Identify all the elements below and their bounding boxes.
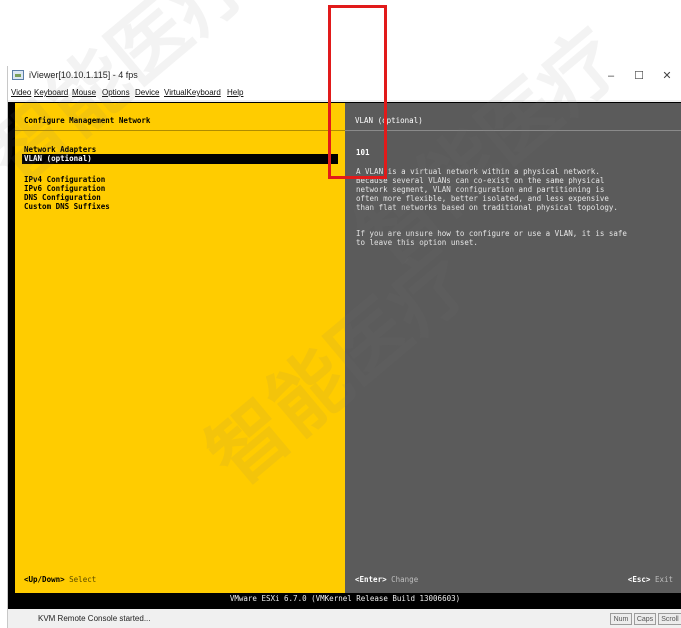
left-menu-pane: Configure Management Network Network Ada… bbox=[15, 103, 345, 593]
select-action-label: Select bbox=[69, 575, 97, 584]
change-action-label: Change bbox=[391, 575, 419, 584]
menu-option-vlan-selected[interactable]: VLAN (optional) bbox=[22, 154, 338, 164]
menu-options[interactable]: Options bbox=[102, 88, 130, 97]
right-pane-divider bbox=[345, 130, 681, 131]
esxi-build-banner: VMware ESXi 6.7.0 (VMKernel Release Buil… bbox=[8, 593, 681, 605]
menu-virtual-keyboard[interactable]: VirtualKeyboard bbox=[164, 88, 221, 97]
status-message: KVM Remote Console started... bbox=[38, 614, 151, 623]
red-highlight-box bbox=[328, 5, 387, 179]
left-pane-header: Configure Management Network bbox=[24, 116, 151, 125]
minimize-button[interactable]: – bbox=[597, 67, 625, 85]
window-title: iViewer[10.10.1.115] - 4 fps bbox=[29, 70, 138, 80]
note-line: to leave this option unset. bbox=[356, 238, 478, 247]
menu-keyboard[interactable]: Keyboard bbox=[34, 88, 68, 97]
menu-video[interactable]: Video bbox=[11, 88, 31, 97]
right-detail-pane: VLAN (optional) 101 A VLAN is a virtual … bbox=[345, 103, 681, 593]
app-window-icon bbox=[12, 70, 24, 80]
updown-key-label: <Up/Down> bbox=[24, 575, 65, 584]
maximize-button[interactable]: ☐ bbox=[625, 67, 653, 85]
left-pane-footer: <Up/Down> Select bbox=[24, 575, 96, 585]
menu-option-custom-dns-suffixes[interactable]: Custom DNS Suffixes bbox=[24, 202, 110, 212]
status-bar: KVM Remote Console started... Num Caps S… bbox=[8, 611, 681, 628]
description-line: than flat networks based on traditional … bbox=[356, 203, 618, 212]
close-button[interactable]: ✕ bbox=[653, 67, 681, 85]
esc-exit-hint: <Esc> Exit bbox=[628, 575, 673, 585]
menu-device[interactable]: Device bbox=[135, 88, 159, 97]
exit-action-label: Exit bbox=[654, 575, 673, 584]
enter-change-hint: <Enter> Change bbox=[355, 575, 418, 585]
caps-lock-indicator[interactable]: Caps bbox=[634, 613, 656, 625]
esc-key-label: <Esc> bbox=[627, 575, 651, 584]
scroll-lock-indicator[interactable]: Scroll bbox=[658, 613, 681, 625]
menu-mouse[interactable]: Mouse bbox=[72, 88, 96, 97]
menu-help[interactable]: Help bbox=[227, 88, 243, 97]
num-lock-indicator[interactable]: Num bbox=[610, 613, 632, 625]
enter-key-label: <Enter> bbox=[355, 575, 387, 584]
left-pane-divider bbox=[15, 130, 345, 131]
